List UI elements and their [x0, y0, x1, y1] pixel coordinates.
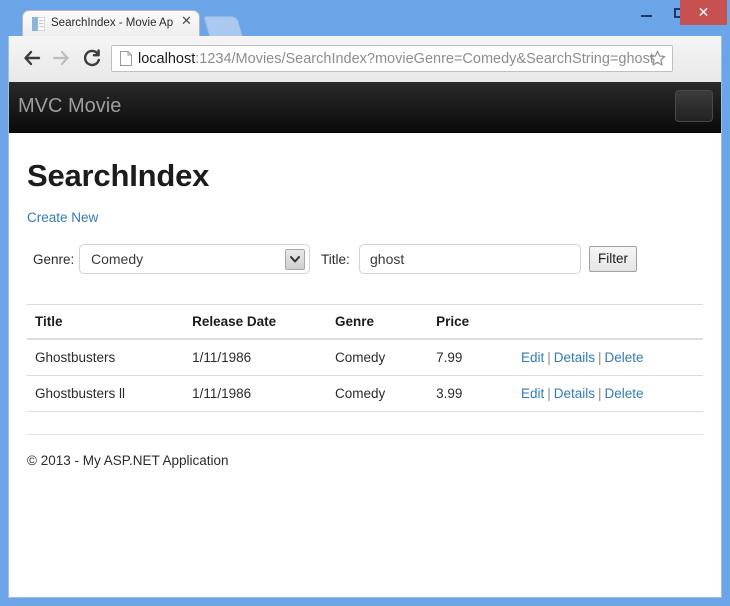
details-link[interactable]: Details [554, 386, 595, 401]
edit-link[interactable]: Edit [521, 350, 544, 365]
title-bar: SearchIndex - Movie App ✕ ✕ [0, 0, 730, 36]
cell-title: Ghostbusters ll [27, 375, 185, 412]
new-tab-button[interactable] [203, 16, 243, 36]
cell-price: 7.99 [428, 339, 513, 376]
table-body: Ghostbusters 1/11/1986 Comedy 7.99 Edit |… [27, 339, 703, 412]
copyright-text: © 2013 - My ASP.NET Application [27, 453, 229, 468]
table-row: Ghostbusters 1/11/1986 Comedy 7.99 Edit |… [27, 339, 703, 376]
table-row: Ghostbusters ll 1/11/1986 Comedy 3.99 Ed… [27, 375, 703, 412]
filter-button[interactable]: Filter [589, 246, 637, 272]
genre-selected-value: Comedy [91, 251, 144, 267]
cell-actions: Edit | Details | Delete [512, 339, 703, 376]
movies-table: Title Release Date Genre Price Ghostbust… [27, 304, 703, 412]
navbar-toggle-button[interactable] [675, 90, 713, 122]
address-bar-url: localhost:1234/Movies/SearchIndex?movieG… [138, 49, 654, 69]
tab-close-icon[interactable]: ✕ [180, 15, 193, 29]
window-close-button[interactable]: ✕ [680, 0, 727, 25]
close-icon: ✕ [680, 0, 727, 25]
cell-genre: Comedy [326, 375, 429, 412]
genre-label: Genre: [33, 252, 75, 267]
address-bar[interactable]: localhost:1234/Movies/SearchIndex?movieG… [111, 45, 673, 72]
close-x-glyph: ✕ [697, 4, 710, 21]
delete-link[interactable]: Delete [605, 386, 644, 401]
page-content: SearchIndex Create New Genre: Comedy Tit… [9, 133, 721, 468]
page-document-icon [120, 51, 132, 66]
forward-arrow-icon [46, 48, 75, 68]
navbar-brand[interactable]: MVC Movie [18, 94, 121, 119]
page-favicon-icon [32, 16, 46, 32]
cell-actions: Edit | Details | Delete [512, 375, 703, 412]
page-footer: © 2013 - My ASP.NET Application [27, 434, 703, 468]
forward-button [46, 44, 75, 73]
chevron-down-icon [285, 249, 305, 270]
header-release-date: Release Date [184, 304, 327, 340]
back-button[interactable] [17, 44, 46, 73]
title-label: Title: [321, 252, 350, 267]
separator: | [547, 386, 551, 401]
separator: | [598, 350, 602, 365]
cell-genre: Comedy [326, 339, 429, 376]
bookmark-star-icon[interactable] [649, 50, 666, 67]
header-price: Price [428, 304, 513, 340]
url-host: localhost [138, 51, 196, 67]
delete-link[interactable]: Delete [605, 350, 644, 365]
site-navbar: MVC Movie [9, 82, 721, 133]
page-title: SearchIndex [27, 158, 210, 193]
details-link[interactable]: Details [554, 350, 595, 365]
genre-select[interactable]: Comedy [79, 244, 310, 274]
page-viewport: MVC Movie SearchIndex Create New Genre: … [8, 82, 722, 598]
header-genre: Genre [326, 304, 429, 340]
create-new-link[interactable]: Create New [27, 210, 98, 225]
url-path: :1234/Movies/SearchIndex?movieGenre=Come… [195, 51, 654, 67]
minimize-icon [630, 2, 663, 24]
back-arrow-icon [17, 48, 46, 68]
header-title: Title [27, 304, 185, 340]
table-header-row: Title Release Date Genre Price [27, 304, 703, 340]
edit-link[interactable]: Edit [521, 386, 544, 401]
search-string-value: ghost [370, 251, 405, 267]
separator: | [547, 350, 551, 365]
separator: | [598, 386, 602, 401]
window-minimize-button[interactable] [630, 2, 663, 24]
tab-title: SearchIndex - Movie App [51, 17, 173, 29]
browser-tab[interactable]: SearchIndex - Movie App ✕ [22, 10, 200, 36]
browser-toolbar: localhost:1234/Movies/SearchIndex?movieG… [8, 36, 722, 82]
reload-button[interactable] [77, 44, 106, 73]
reload-icon [77, 48, 106, 68]
cell-release-date: 1/11/1986 [184, 339, 327, 376]
table-head: Title Release Date Genre Price [27, 304, 703, 340]
filter-form: Genre: Comedy Title: ghost Filter [27, 244, 703, 276]
cell-price: 3.99 [428, 375, 513, 412]
search-string-input[interactable]: ghost [359, 244, 581, 274]
header-actions [512, 304, 703, 340]
cell-release-date: 1/11/1986 [184, 375, 327, 412]
browser-menu-button[interactable] [681, 48, 701, 69]
cell-title: Ghostbusters [27, 339, 185, 376]
browser-window: SearchIndex - Movie App ✕ ✕ localhost:12… [0, 0, 730, 606]
